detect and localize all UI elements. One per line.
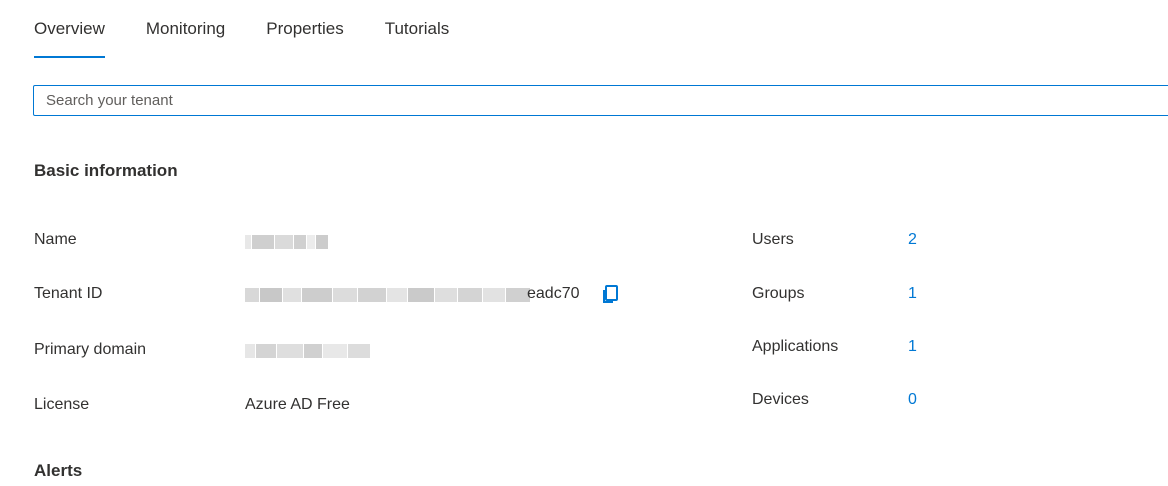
tenant-id-redacted bbox=[245, 288, 530, 302]
tab-bar: Overview Monitoring Properties Tutorials bbox=[34, 0, 449, 58]
section-title-basic-information: Basic information bbox=[34, 161, 178, 180]
primary-domain-redacted bbox=[245, 344, 370, 358]
users-label: Users bbox=[752, 231, 794, 248]
tenant-id-value-suffix: eadc70 bbox=[527, 285, 580, 302]
tab-overview[interactable]: Overview bbox=[34, 0, 105, 58]
copy-icon[interactable] bbox=[600, 283, 622, 305]
tab-monitoring[interactable]: Monitoring bbox=[146, 0, 225, 58]
search-input[interactable] bbox=[34, 86, 1168, 115]
primary-domain-label: Primary domain bbox=[34, 341, 147, 358]
name-value-redacted bbox=[245, 235, 328, 249]
name-label: Name bbox=[34, 231, 77, 248]
applications-label: Applications bbox=[752, 338, 839, 355]
tab-properties[interactable]: Properties bbox=[266, 0, 343, 58]
groups-label: Groups bbox=[752, 285, 805, 302]
section-title-alerts: Alerts bbox=[34, 461, 83, 480]
tab-tutorials[interactable]: Tutorials bbox=[385, 0, 450, 58]
license-label: License bbox=[34, 396, 90, 413]
devices-count-link[interactable]: 0 bbox=[908, 391, 917, 409]
groups-count-link[interactable]: 1 bbox=[908, 285, 917, 303]
tenant-id-label: Tenant ID bbox=[34, 285, 103, 302]
devices-label: Devices bbox=[752, 391, 809, 408]
license-value: Azure AD Free bbox=[245, 396, 350, 413]
users-count-link[interactable]: 2 bbox=[908, 231, 917, 249]
applications-count-link[interactable]: 1 bbox=[908, 338, 917, 356]
search-box bbox=[33, 85, 1168, 116]
